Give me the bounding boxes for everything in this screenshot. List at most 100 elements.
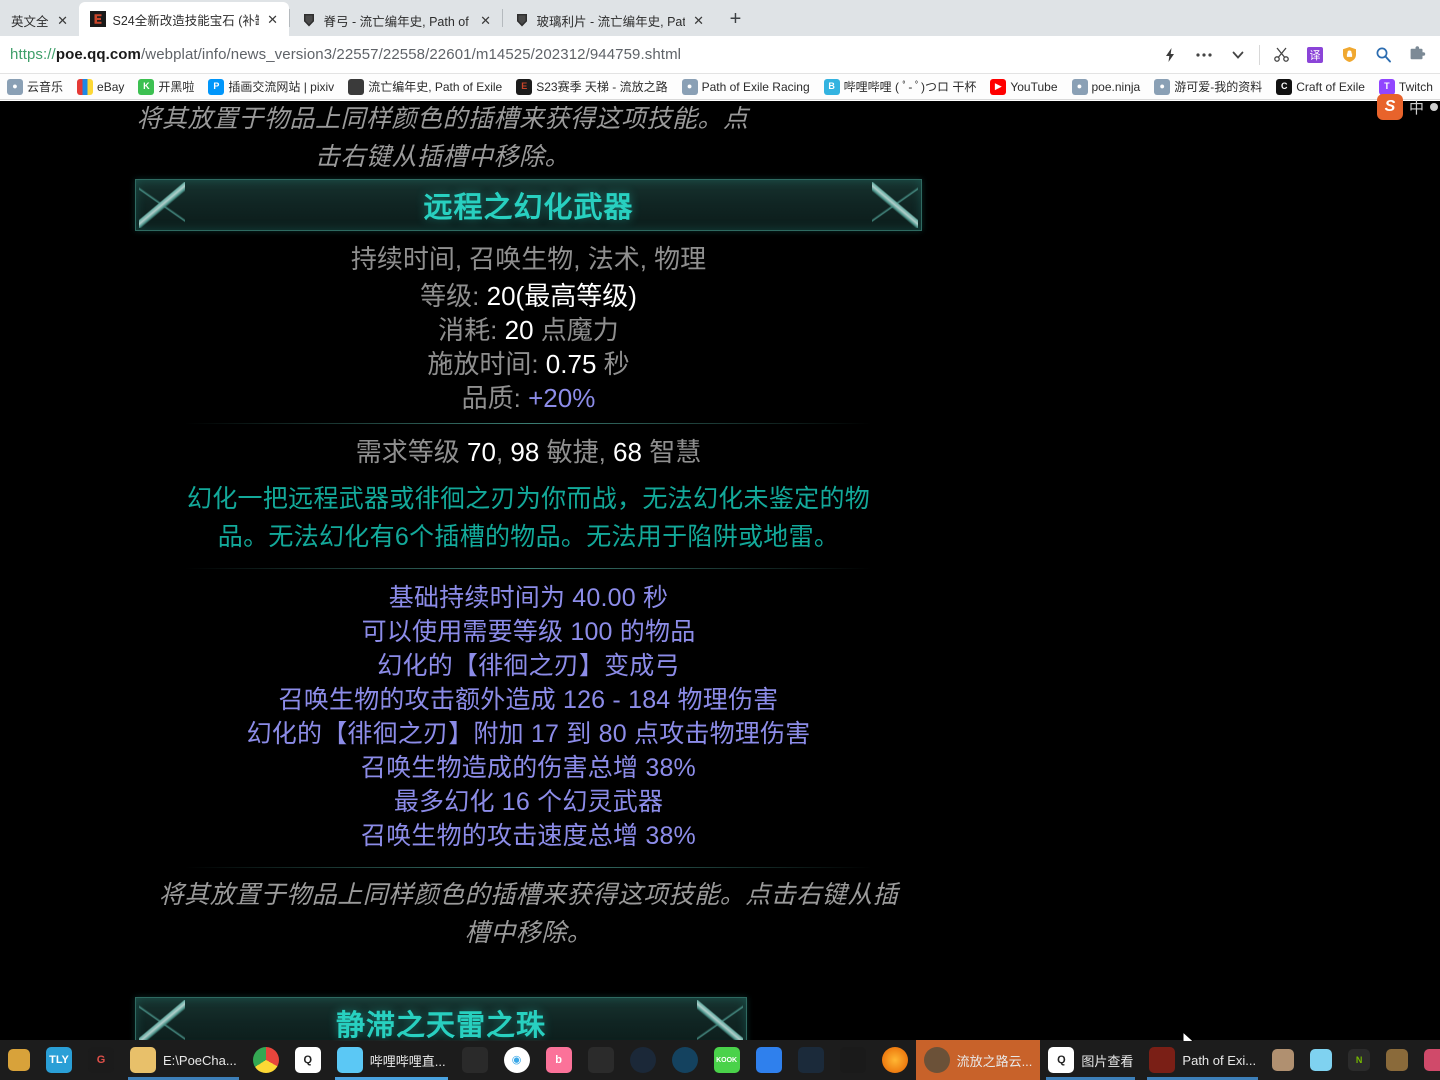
bookmark-item[interactable]: ● 云音乐	[0, 76, 70, 98]
taskbar-label: Path of Exi...	[1182, 1052, 1257, 1068]
toolbar-divider	[1259, 44, 1260, 65]
taskbar-item[interactable]	[454, 1040, 496, 1080]
gem-stat-cast-time: 施放时间: 0.75 秒	[135, 347, 922, 381]
taskbar-item[interactable]: b	[538, 1040, 580, 1080]
taskbar-item[interactable]	[832, 1040, 874, 1080]
devil-icon	[1424, 1049, 1440, 1071]
sogou-logo-icon: S	[1376, 94, 1403, 120]
dark-app-icon	[587, 1047, 614, 1073]
bookmark-item[interactable]: P 插画交流网站 | pixiv	[201, 76, 341, 98]
stat-value: 20	[504, 315, 534, 345]
browser-tab-1[interactable]: S24全新改造技能宝石 (补缺)- ✕	[78, 2, 289, 36]
bookmark-item[interactable]: ● poe.ninja	[1065, 76, 1148, 98]
stat-value: 0.75	[545, 349, 597, 379]
blue-swirl-icon	[671, 1047, 698, 1073]
bookmark-item[interactable]: E S23赛季 天梯 - 流放之路	[509, 76, 674, 98]
taskbar-item[interactable]	[1302, 1040, 1340, 1080]
bilibili-icon: B	[823, 78, 840, 95]
stat-label: 品质:	[461, 383, 521, 413]
snow-icon	[461, 1047, 488, 1073]
taskbar-item[interactable]: N	[1340, 1040, 1378, 1080]
url-scheme: https://	[10, 46, 56, 63]
g-icon: G	[88, 1047, 114, 1073]
address-bar[interactable]: https://poe.qq.com/webplat/info/news_ver…	[0, 36, 1440, 74]
taskbar-item-image-viewer[interactable]: Q 图片查看	[1040, 1040, 1141, 1080]
stat-label: 等级:	[420, 281, 480, 311]
browser-window: 英文全 ✕ S24全新改造技能宝石 (补缺)- ✕ 脊弓 - 流亡编年史, Pa…	[0, 0, 1440, 1080]
chevron-down-icon[interactable]	[1221, 40, 1255, 70]
extensions-icon[interactable]	[1400, 40, 1434, 70]
craft-icon: C	[1276, 78, 1293, 95]
gem-title: 远程之幻化武器	[423, 192, 634, 224]
bookmark-item[interactable]: ▶ YouTube	[983, 76, 1064, 98]
taskbar-item[interactable]	[1264, 1040, 1302, 1080]
bookmark-item[interactable]: eBay	[70, 76, 131, 98]
taskbar-label: 图片查看	[1081, 1053, 1134, 1069]
taskbar-label: E:\PoeCha...	[163, 1052, 237, 1068]
bookmark-item[interactable]: 流亡编年史, Path of Exile	[341, 76, 509, 98]
bookmark-item[interactable]: C Craft of Exile	[1269, 76, 1372, 98]
nvidia-icon: N	[1348, 1049, 1371, 1071]
bookmark-item[interactable]: ● Path of Exile Racing	[675, 76, 817, 98]
taskbar-item-path-of-exile[interactable]: Path of Exi...	[1141, 1040, 1264, 1080]
app-yellow-icon	[8, 1049, 30, 1071]
tab-close-icon[interactable]: ✕	[56, 14, 70, 27]
tab-title: 玻璃利片 - 流亡编年史, Path	[536, 14, 685, 29]
tly-icon: TLY	[46, 1047, 72, 1073]
bookmark-label: 流亡编年史, Path of Exile	[368, 80, 503, 94]
search-icon[interactable]	[1366, 40, 1400, 70]
taskbar-item-kook[interactable]: KOOK	[706, 1040, 748, 1080]
gem-description: 幻化一把远程武器或徘徊之刃为你而战，无法幻化未鉴定的物品。无法幻化有6个插槽的物…	[186, 485, 871, 551]
browser-tab-3[interactable]: 玻璃利片 - 流亡编年史, Path ✕	[502, 4, 715, 36]
taskbar-item[interactable]	[580, 1040, 622, 1080]
taskbar-item[interactable]	[790, 1040, 832, 1080]
gem-stat-quality: 品质: +20%	[135, 381, 922, 415]
bookmark-item[interactable]: K 开黑啦	[131, 76, 201, 98]
tab-title: 英文全	[11, 14, 49, 29]
taskbar-item[interactable]	[1378, 1040, 1416, 1080]
taskbar-item-bilibili-live[interactable]: 哔哩哔哩直...	[329, 1040, 454, 1080]
bilibili-pink-icon: b	[545, 1047, 572, 1073]
lightning-icon[interactable]	[1153, 40, 1187, 70]
more-icon[interactable]	[1187, 40, 1221, 70]
steam-icon	[629, 1047, 656, 1073]
shield-icon[interactable]	[1332, 40, 1366, 70]
taskbar-item-poe-cloud[interactable]: 流放之路云...	[915, 1040, 1041, 1080]
taskbar-item[interactable]	[0, 1040, 38, 1080]
taskbar-item[interactable]	[748, 1040, 790, 1080]
url-text: https://poe.qq.com/webplat/info/news_ver…	[0, 46, 681, 63]
taskbar-item[interactable]: ◉	[496, 1040, 538, 1080]
taskbar-item[interactable]: TLY	[38, 1040, 80, 1080]
taskbar-item-firefox[interactable]	[874, 1040, 916, 1080]
twitch-icon: T	[1378, 78, 1395, 95]
scissors-icon[interactable]	[1264, 40, 1298, 70]
ebay-icon	[77, 78, 94, 95]
qq-icon: Q	[294, 1047, 321, 1073]
ime-mode-label[interactable]: 中	[1409, 97, 1424, 118]
taskbar-item-steam[interactable]	[622, 1040, 664, 1080]
browser-tab-2[interactable]: 脊弓 - 流亡编年史, Path of E ✕	[289, 4, 502, 36]
gem-header: 静滞之天雷之珠	[135, 997, 747, 1041]
taskbar-item[interactable]	[1416, 1040, 1440, 1080]
tab-close-icon[interactable]: ✕	[692, 14, 706, 27]
browser-tab-0[interactable]: 英文全 ✕	[0, 4, 79, 36]
ime-dot-icon	[1430, 103, 1438, 111]
taskbar-item-explorer[interactable]: E:\PoeCha...	[122, 1040, 245, 1080]
taskbar-item[interactable]: G	[80, 1040, 122, 1080]
tab-close-icon[interactable]: ✕	[479, 14, 493, 27]
gem-stat-cost: 消耗: 20 点魔力	[135, 313, 922, 347]
globe-icon: ●	[1071, 78, 1088, 95]
translate-icon[interactable]: 译	[1298, 40, 1332, 70]
gem-mod: 召唤生物的攻击额外造成 126 - 184 物理伤害	[278, 686, 779, 714]
new-tab-button[interactable]: +	[721, 4, 751, 34]
taskbar-item[interactable]	[664, 1040, 706, 1080]
taskbar-item-qq[interactable]: Q	[287, 1040, 329, 1080]
bookmark-item[interactable]: ● 游可爱-我的资料	[1147, 76, 1269, 98]
taskbar-item-chrome[interactable]	[245, 1040, 287, 1080]
taskbar-label: 流放之路云...	[956, 1053, 1033, 1069]
bookmark-item[interactable]: B 哔哩哔哩 ( ﾟ- ﾟ)つロ 干杯	[817, 76, 984, 98]
ime-indicator[interactable]: S 中	[1376, 94, 1438, 120]
gem-stat-level: 等级: 20(最高等级)	[135, 279, 922, 313]
tab-close-icon[interactable]: ✕	[266, 13, 280, 26]
anime-icon	[1310, 1049, 1333, 1071]
